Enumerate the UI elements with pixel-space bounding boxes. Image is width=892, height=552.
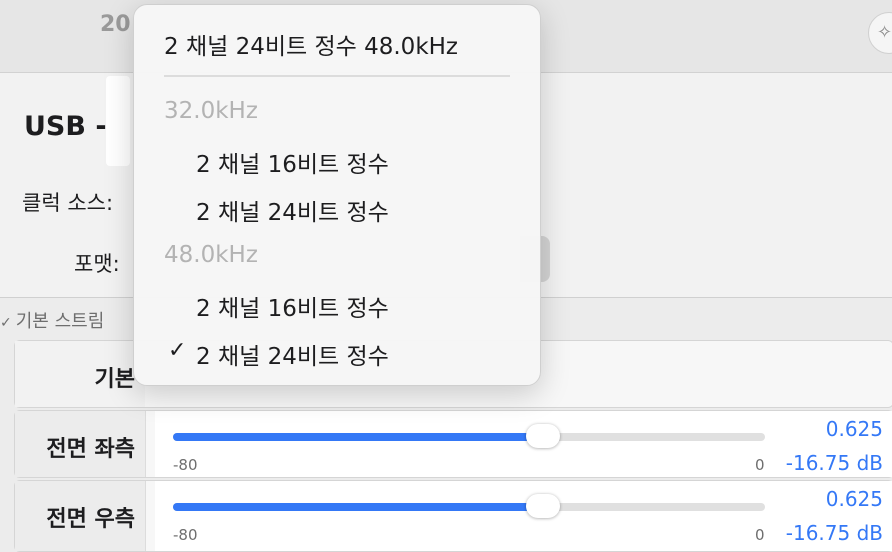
slider-max-label: 0 bbox=[755, 456, 765, 474]
toolbar-number: 20 bbox=[100, 12, 131, 37]
menu-separator bbox=[164, 75, 510, 77]
section-header-label: 기본 스트림 bbox=[15, 311, 105, 332]
menu-item-48k-16bit[interactable]: 2 채널 16비트 정수 bbox=[196, 289, 389, 323]
volume-db: -16.75 dB bbox=[785, 521, 883, 545]
menu-item-32k-16bit[interactable]: 2 채널 16비트 정수 bbox=[196, 145, 389, 179]
stream-row-front-left: 전면 좌측 -80 0 0.625 -16.75 dB bbox=[14, 410, 892, 478]
slider-knob[interactable] bbox=[526, 494, 560, 518]
row-label: 기본 bbox=[94, 367, 135, 392]
slider-min-label: -80 bbox=[173, 526, 198, 544]
row-label-area: 전면 우측 bbox=[15, 481, 146, 551]
slider-fill bbox=[173, 503, 543, 511]
menu-item-48k-24bit[interactable]: 2 채널 24비트 정수 bbox=[196, 337, 389, 371]
row-controls: -80 0 0.625 -16.75 dB bbox=[155, 411, 892, 477]
row-label: 전면 좌측 bbox=[46, 437, 135, 462]
row-label-area: 기본 bbox=[15, 341, 145, 407]
chevron-down-icon[interactable]: ✓ bbox=[0, 315, 12, 331]
menu-item-current-format[interactable]: 2 채널 24비트 정수 48.0kHz bbox=[164, 27, 458, 61]
format-dropdown-menu: 2 채널 24비트 정수 48.0kHz 32.0kHz 2 채널 16비트 정… bbox=[133, 4, 541, 386]
volume-slider[interactable] bbox=[173, 424, 765, 448]
slider-fill bbox=[173, 433, 543, 441]
clock-source-label: 클럭 소스: bbox=[22, 191, 114, 215]
section-header[interactable]: ✓ 기본 스트림 bbox=[0, 307, 104, 333]
row-label: 전면 우측 bbox=[46, 507, 135, 532]
volume-slider[interactable] bbox=[173, 494, 765, 518]
menu-group-header-32k: 32.0kHz bbox=[164, 98, 258, 124]
title-overlap-fade bbox=[106, 76, 130, 166]
menu-group-header-48k: 48.0kHz bbox=[164, 242, 258, 268]
format-label: 포맷: bbox=[74, 252, 120, 276]
stream-row-front-right: 전면 우측 -80 0 0.625 -16.75 dB bbox=[14, 480, 892, 552]
row-controls: -80 0 0.625 -16.75 dB bbox=[155, 481, 892, 551]
device-title: USB - bbox=[24, 111, 107, 142]
sparkle-icon[interactable]: ✧ bbox=[868, 12, 892, 54]
volume-value: 0.625 bbox=[825, 487, 883, 511]
slider-knob[interactable] bbox=[526, 424, 560, 448]
volume-value: 0.625 bbox=[825, 417, 883, 441]
checkmark-icon: ✓ bbox=[168, 338, 187, 363]
row-label-area: 전면 좌측 bbox=[15, 411, 146, 477]
slider-max-label: 0 bbox=[755, 526, 765, 544]
volume-db: -16.75 dB bbox=[785, 451, 883, 475]
menu-item-32k-24bit[interactable]: 2 채널 24비트 정수 bbox=[196, 193, 389, 227]
slider-min-label: -80 bbox=[173, 456, 198, 474]
